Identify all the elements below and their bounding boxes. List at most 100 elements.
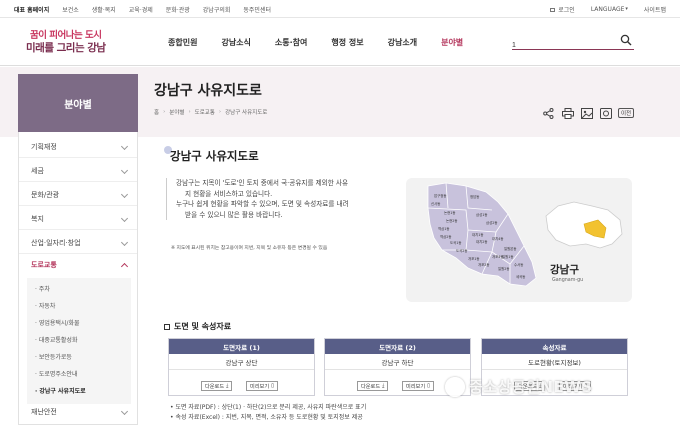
download-label: 다운로드	[361, 383, 381, 390]
dong-label: 도곡1동	[450, 241, 462, 245]
gnb-participation[interactable]: 소통·참여	[275, 37, 307, 48]
card-name: 강남구 상단	[169, 354, 314, 370]
chevron-down-icon	[120, 238, 129, 247]
sidebar-item-road-traffic[interactable]: 도로교통	[19, 254, 137, 276]
caret-down-icon: ▾	[625, 6, 628, 12]
intro-line: 지 현황을 서비스하고 있습니다.	[185, 189, 273, 198]
top-link-community-center[interactable]: 동주민센터	[243, 5, 271, 14]
dong-label: 개포2동	[478, 262, 490, 267]
submenu-label: 대중교통활성화	[38, 337, 78, 344]
breadcrumb-traffic[interactable]: 도로교통	[195, 108, 215, 116]
dong-label: 대치1동	[472, 232, 484, 237]
chevron-down-icon	[120, 407, 129, 416]
sidebar-item-industry[interactable]: 산업·일자리·창업	[19, 232, 137, 254]
sidebar-item-safety[interactable]: 재난안전	[19, 401, 137, 423]
chevron-right-icon: ›	[163, 109, 166, 115]
chevron-down-icon	[120, 190, 129, 199]
chevron-right-icon: ›	[188, 109, 191, 115]
gnb-news[interactable]: 강남소식	[221, 37, 250, 48]
sidebar-item-label: 세금	[31, 166, 44, 175]
dong-label: 삼성2동	[486, 220, 498, 225]
card-header: 속성자료	[482, 339, 627, 354]
card-header: 도면자료 (2)	[325, 339, 470, 354]
breadcrumb-home[interactable]: 홈	[154, 108, 159, 116]
chevron-right-icon: ›	[218, 109, 222, 115]
news-watermark: 중소상공인NEWS	[445, 376, 593, 397]
preview-button[interactable]: 미리보기 ▯	[402, 381, 434, 391]
chevron-down-icon	[120, 214, 129, 223]
top-link-education[interactable]: 교육·경제	[129, 5, 153, 14]
map-subtitle: Gangnam-gu	[552, 278, 584, 283]
breadcrumb-field[interactable]: 분야별	[169, 108, 184, 116]
top-link-council[interactable]: 강남구의회	[203, 5, 231, 14]
image-icon[interactable]	[580, 107, 593, 119]
breadcrumb-current: 강남구 사유지도로	[225, 110, 268, 116]
top-link-main[interactable]: 대표 홈페이지	[14, 5, 49, 14]
submenu-label: 도로명주소안내	[38, 371, 78, 378]
sidebar-item-label: 복지	[31, 214, 44, 223]
print-icon[interactable]	[561, 107, 574, 119]
map-title: 강남구	[550, 264, 579, 276]
gnb-about[interactable]: 강남소개	[388, 37, 417, 48]
download-label: 다운로드	[205, 383, 225, 390]
login-link[interactable]: 로그인	[550, 5, 575, 14]
search-input[interactable]	[512, 37, 612, 54]
dong-label: 개포1동	[468, 256, 480, 261]
submenu-item[interactable]: · 자동차	[35, 301, 55, 310]
sitemap-link[interactable]: 사이트맵	[644, 5, 666, 14]
top-link-culture[interactable]: 문화·관광	[166, 5, 190, 14]
submenu-item[interactable]: · 영업용택시/화물	[35, 318, 80, 327]
submenu-item-current[interactable]: · 강남구 사유지도로	[35, 386, 86, 395]
download-icon: ⤓	[382, 382, 385, 389]
sidebar-item-label: 산업·일자리·창업	[31, 238, 81, 247]
submenu-item[interactable]: · 주차	[35, 284, 50, 293]
intro-text: 강남구는 지목이 '도로'인 토지 중에서 국·공유지를 제외한 사유 지 현황…	[166, 178, 381, 220]
submenu-label: 영업용택시/화물	[38, 320, 80, 327]
submenu-item[interactable]: · 대중교통활성화	[35, 335, 77, 344]
note-text: 속성 자료(Excel) : 지번, 지목, 면적, 소유자 등 도로현황 및 …	[175, 413, 363, 421]
download-button[interactable]: 다운로드 ⤓	[201, 381, 233, 391]
logo-line-2: 미래를 그리는 강남	[26, 42, 106, 54]
sidebar-item-label: 문화/관광	[31, 190, 60, 199]
submenu-label: 자동차	[38, 303, 56, 310]
sidebar-item-welfare[interactable]: 복지	[19, 208, 137, 230]
top-right-links: 로그인 LANGUAGE ▾ 사이트맵	[534, 0, 666, 18]
gnb-civil-service[interactable]: 종합민원	[168, 37, 197, 48]
preview-button[interactable]: 미리보기 ▯	[246, 381, 278, 391]
dong-label: 세곡동	[516, 274, 525, 279]
sidebar-item-tax[interactable]: 세금	[19, 160, 137, 182]
sidebar-submenu: · 주차 · 자동차 · 영업용택시/화물 · 대중교통활성화 · 보안등가로등…	[27, 278, 131, 404]
download-notes: • 도면 자료(PDF) : 상단(1) · 하단(2)으로 분리 제공, 사유…	[170, 403, 366, 422]
family-site-links: 대표 홈페이지 보건소 생활·복지 교육·경제 문화·관광 강남구의회 동주민센…	[14, 0, 284, 18]
submenu-item[interactable]: · 보안등가로등	[35, 352, 72, 361]
top-link-health[interactable]: 보건소	[62, 5, 79, 14]
dong-label: 대치2동	[476, 239, 488, 244]
district-map-graphic: 압구정동 신사동 청담동 논현1동 논현2동 삼성1동 삼성2동 역삼1동 역삼…	[427, 182, 623, 287]
document-icon: ▯	[271, 383, 274, 389]
satisfaction-icon[interactable]	[599, 107, 612, 119]
intro-line: 받을 수 있으니 많은 활용 바랍니다.	[185, 210, 283, 219]
dong-label: 청담동	[470, 194, 479, 199]
submenu-item[interactable]: · 도로명주소안내	[35, 369, 77, 378]
gnb-by-field[interactable]: 분야별	[441, 37, 463, 48]
prev-button[interactable]: 이전	[618, 108, 635, 118]
gangnam-map[interactable]: 압구정동 신사동 청담동 논현1동 논현2동 삼성1동 삼성2동 역삼1동 역삼…	[406, 178, 632, 302]
language-select[interactable]: LANGUAGE ▾	[591, 6, 628, 13]
card-name: 도로현황(토지정보)	[482, 354, 627, 370]
sidebar-item-culture[interactable]: 문화/관광	[19, 184, 137, 206]
gnb-admin-info[interactable]: 행정 정보	[331, 37, 363, 48]
gangnam-logo[interactable]: 꿈이 피어나는 도시 미래를 그리는 강남	[26, 27, 106, 59]
downloads-heading-label: 도면 및 속성자료	[174, 322, 232, 331]
top-utility-bar: 대표 홈페이지 보건소 생활·복지 교육·경제 문화·관광 강남구의회 동주민센…	[0, 0, 680, 18]
sidebar-item-planning[interactable]: 기획재정	[19, 136, 137, 158]
share-icon[interactable]	[542, 107, 555, 119]
chevron-down-icon	[120, 142, 129, 151]
submenu-label: 주차	[38, 286, 50, 293]
sidebar-title: 분야별	[18, 74, 138, 132]
main-header: 꿈이 피어나는 도시 미래를 그리는 강남 종합민원 강남소식 소통·참여 행정…	[0, 18, 680, 66]
top-link-welfare[interactable]: 생활·복지	[92, 5, 116, 14]
submenu-label: 보안등가로등	[38, 354, 72, 361]
download-button[interactable]: 다운로드 ⤓	[357, 381, 389, 391]
search-icon[interactable]	[620, 34, 632, 46]
intro-line: 누구나 쉽게 현황을 파악할 수 있으며, 도면 및 속성자료를 내려	[176, 200, 349, 208]
